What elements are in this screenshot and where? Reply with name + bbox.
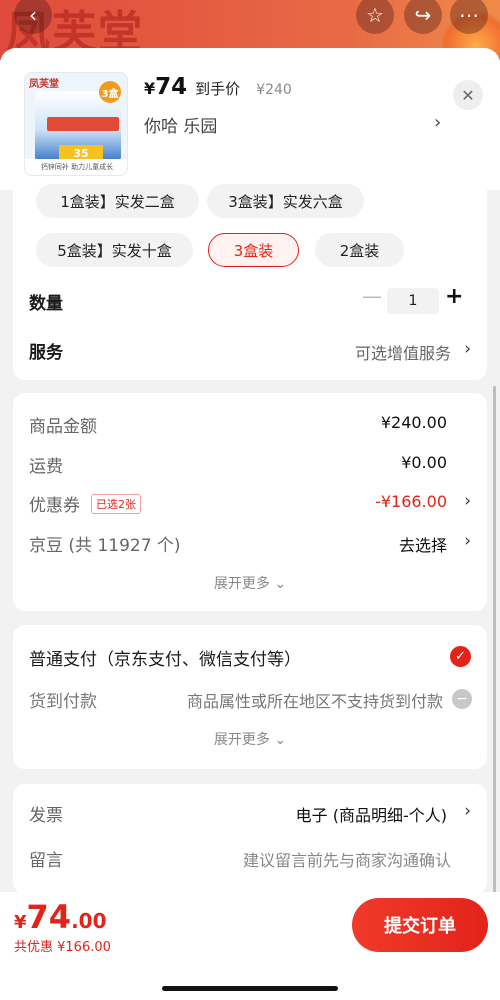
chevron-right-icon[interactable]: › xyxy=(464,339,471,359)
spec-option-selected[interactable]: 3盒装 xyxy=(208,233,299,267)
jingdou-value[interactable]: 去选择 xyxy=(399,532,447,556)
expand-more-label: 展开更多 xyxy=(213,732,270,748)
order-sheet: 凤芙堂 3盒 35 钙锌同补 助力儿童成长 ¥ 74 到手价 ¥240 你哈 乐… xyxy=(0,48,500,1000)
final-price: 74 xyxy=(155,74,188,100)
service-label: 服务 xyxy=(29,343,63,363)
goods-amount-label: 商品金额 xyxy=(29,417,97,437)
total-currency: ¥ xyxy=(14,912,27,933)
spec-option[interactable]: 1盒装】实发二盒 xyxy=(36,184,199,218)
invoice-label: 发票 xyxy=(29,806,63,826)
quantity-label: 数量 xyxy=(29,294,63,314)
total-integer: 74 xyxy=(26,898,72,936)
product-image-logo: 凤芙堂 xyxy=(29,79,59,90)
check-icon[interactable]: ✓ xyxy=(450,646,471,667)
chevron-down-icon: ⌄ xyxy=(274,732,287,748)
chevron-right-icon[interactable]: › xyxy=(464,491,471,511)
product-badge: 3盒 xyxy=(99,81,121,103)
chevron-down-icon: ⌄ xyxy=(274,576,287,592)
shipping-label: 运费 xyxy=(29,457,63,477)
jingdou-label: 京豆 (共 11927 个) xyxy=(29,536,181,556)
expand-more[interactable]: 展开更多 ⌄ xyxy=(13,729,487,749)
original-price: ¥240 xyxy=(256,82,292,98)
share-icon[interactable]: ↪ xyxy=(404,0,442,34)
note-input[interactable]: 建议留言前先与商家沟通确认 xyxy=(243,847,451,871)
fee-card: 商品金额 ¥240.00 运费 ¥0.00 优惠券 已选2张 -¥166.00 … xyxy=(13,393,487,611)
home-indicator[interactable] xyxy=(162,986,338,991)
disabled-icon: − xyxy=(452,689,472,709)
spec-option[interactable]: 2盒装 xyxy=(315,233,404,267)
note-label: 留言 xyxy=(29,851,63,871)
star-icon[interactable]: ☆ xyxy=(356,0,394,34)
selected-spec[interactable]: 你哈 乐园 xyxy=(144,112,217,137)
plus-icon[interactable]: + xyxy=(445,284,463,309)
product-image[interactable]: 凤芙堂 3盒 35 钙锌同补 助力儿童成长 xyxy=(24,72,128,176)
minus-icon[interactable]: — xyxy=(362,284,382,308)
close-icon[interactable]: ✕ xyxy=(453,80,483,110)
total-discount: 共优惠 ¥166.00 xyxy=(14,940,111,955)
spec-option[interactable]: 3盒装】实发六盒 xyxy=(207,184,364,218)
shipping-value: ¥0.00 xyxy=(401,453,447,472)
scrollbar[interactable] xyxy=(493,386,496,916)
coupon-value[interactable]: -¥166.00 xyxy=(375,492,447,511)
total-decimal: .00 xyxy=(71,909,107,933)
invoice-value[interactable]: 电子 (商品明细-个人) xyxy=(296,802,447,826)
submit-order-button[interactable]: 提交订单 xyxy=(352,898,488,952)
spec-card: 1盒装】实发二盒 3盒装】实发六盒 5盒装】实发十盒 3盒装 2盒装 数量 — … xyxy=(13,180,487,380)
product-strip: 钙锌同补 助力儿童成长 xyxy=(25,159,127,175)
expand-more[interactable]: 展开更多 ⌄ xyxy=(13,573,487,593)
product-box-title xyxy=(47,117,119,131)
payment-card: 普通支付（京东支付、微信支付等） ✓ 货到付款 商品属性或所在地区不支持货到付款… xyxy=(13,625,487,769)
expand-more-label: 展开更多 xyxy=(213,576,270,592)
goods-amount-value: ¥240.00 xyxy=(380,413,447,432)
normal-payment-label[interactable]: 普通支付（京东支付、微信支付等） xyxy=(29,645,301,670)
coupon-label: 优惠券 xyxy=(29,496,80,516)
service-value[interactable]: 可选增值服务 xyxy=(355,340,451,364)
price-currency: ¥ xyxy=(144,79,156,98)
price-tag: 到手价 xyxy=(195,80,241,98)
invoice-card: 发票 电子 (商品明细-个人) › 留言 建议留言前先与商家沟通确认 xyxy=(13,784,487,894)
cod-label: 货到付款 xyxy=(29,692,97,712)
chevron-right-icon[interactable]: › xyxy=(464,801,471,821)
spec-option[interactable]: 5盒装】实发十盒 xyxy=(36,233,193,267)
product-header: 凤芙堂 3盒 35 钙锌同补 助力儿童成长 ¥ 74 到手价 ¥240 你哈 乐… xyxy=(0,48,500,190)
chevron-right-icon[interactable]: › xyxy=(434,112,441,133)
chevron-right-icon[interactable]: › xyxy=(464,531,471,551)
bottom-bar: ¥ 74 .00 共优惠 ¥166.00 提交订单 xyxy=(0,892,500,1000)
cod-note: 商品属性或所在地区不支持货到付款 xyxy=(186,692,443,711)
quantity-input[interactable]: 1 xyxy=(387,288,439,314)
total-price: ¥ 74 .00 xyxy=(14,898,107,936)
price-row: ¥ 74 到手价 ¥240 xyxy=(144,74,292,100)
coupon-tag: 已选2张 xyxy=(91,494,141,514)
